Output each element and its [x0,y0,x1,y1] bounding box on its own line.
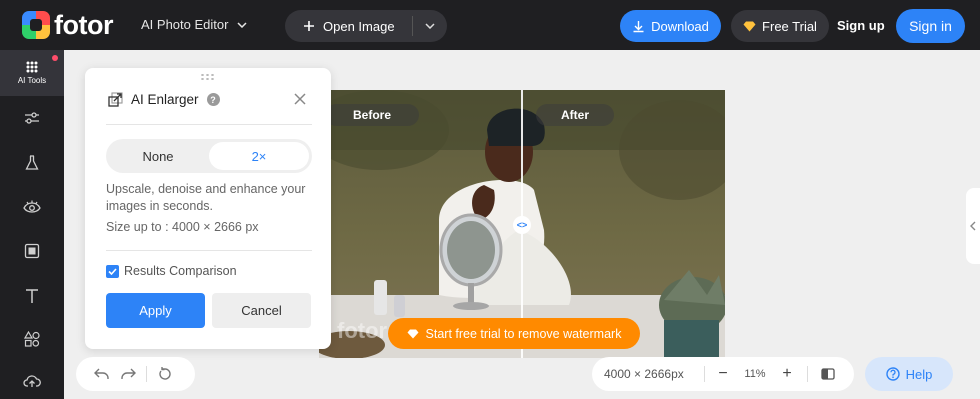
frame-icon[interactable] [22,241,42,261]
enlarge-icon [108,92,123,107]
plus-icon [304,21,314,31]
size-limit-text: Size up to : 4000 × 2666 px [106,220,259,234]
divider [106,250,312,251]
zoom-toolbar: 4000 × 2666px − 11% + [592,357,854,391]
reset-icon[interactable] [151,357,178,391]
open-image-dropdown[interactable] [413,10,447,42]
zoom-out-button[interactable]: − [711,365,735,383]
open-image-button[interactable]: Open Image [285,10,412,42]
divider [146,366,147,382]
remove-watermark-label: Start free trial to remove watermark [425,326,622,341]
flask-icon[interactable] [22,153,42,173]
zoom-level[interactable]: 11% [735,368,775,380]
editor-menu[interactable]: AI Photo Editor [141,17,247,32]
text-icon[interactable] [22,286,42,306]
download-label: Download [651,18,709,34]
ai-enlarger-panel: AI Enlarger ? None 2× Upscale, denoise a… [85,68,331,349]
help-label: Help [905,366,933,382]
fotor-logo-icon [22,11,50,39]
apply-button[interactable]: Apply [106,293,205,328]
left-toolbar: AI Tools [0,50,64,399]
image-dimensions: 4000 × 2666px [604,367,684,381]
zoom-in-button[interactable]: + [775,365,799,383]
chevron-down-icon [425,23,435,29]
panel-description: Upscale, denoise and enhance your images… [106,182,306,213]
open-image-label: Open Image [323,18,395,34]
free-trial-button[interactable]: Free Trial [731,10,829,42]
watermark: fotor [337,318,388,343]
close-icon[interactable] [293,92,307,106]
download-button[interactable]: Download [620,10,721,42]
scale-option-none[interactable]: None [109,142,207,170]
comparison-handle[interactable]: <> [513,216,531,234]
divider [106,124,312,125]
editor-menu-label: AI Photo Editor [141,17,229,32]
diamond-icon [743,21,756,31]
chevron-left-icon [970,221,976,231]
results-comparison-label: Results Comparison [124,264,237,278]
open-image-group: Open Image [285,10,447,42]
compare-view-icon[interactable] [816,368,840,380]
divider [704,366,705,382]
scale-selector: None 2× [106,139,312,173]
before-label: Before [325,104,419,126]
divider [807,366,808,382]
after-label: After [536,104,614,126]
redo-icon[interactable] [115,357,142,391]
top-bar: fotor AI Photo Editor Open Image Downloa… [0,0,980,50]
sidebar-item-label: AI Tools [17,76,47,85]
free-trial-label: Free Trial [762,18,817,34]
undo-icon[interactable] [88,357,115,391]
help-button[interactable]: Help [865,357,953,391]
checkbox-checked-icon [106,264,119,278]
panel-header: AI Enlarger ? [108,92,220,107]
logo-text: fotor [54,10,113,40]
remove-watermark-button[interactable]: Start free trial to remove watermark [388,318,640,349]
sign-up-link[interactable]: Sign up [837,18,885,33]
scale-option-2x[interactable]: 2× [209,142,309,170]
question-circle-icon [885,367,900,381]
sign-in-button[interactable]: Sign in [896,9,965,43]
chevron-down-icon [237,21,247,28]
download-icon [633,20,644,32]
grid-dots-icon [26,61,38,73]
drag-handle[interactable] [200,73,216,81]
eye-icon[interactable] [22,197,42,217]
cancel-button[interactable]: Cancel [212,293,311,328]
elements-icon[interactable] [22,329,42,349]
right-panel-toggle[interactable] [966,188,980,264]
question-icon[interactable]: ? [206,93,220,106]
adjust-icon[interactable] [22,108,42,128]
notification-dot [52,55,58,61]
diamond-icon [407,329,419,338]
cloud-upload-icon[interactable] [22,371,42,391]
history-toolbar [76,357,195,391]
panel-title: AI Enlarger [131,92,199,107]
results-comparison-checkbox[interactable]: Results Comparison [106,264,237,278]
app-logo[interactable]: fotor [22,11,113,39]
